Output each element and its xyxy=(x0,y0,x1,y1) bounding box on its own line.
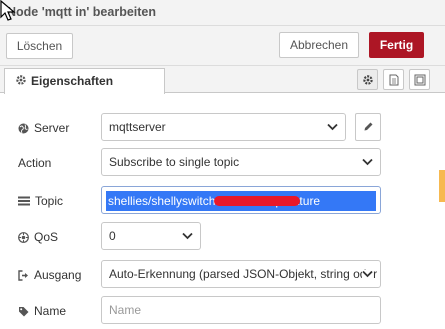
tray-title: Node 'mqtt in' bearbeiten xyxy=(7,5,157,19)
action-select[interactable]: Subscribe to single topic xyxy=(101,148,381,176)
file-text-icon xyxy=(389,74,399,86)
edit-server-button[interactable] xyxy=(355,113,381,141)
form-row-name: Name Name xyxy=(0,296,445,326)
name-input[interactable]: Name xyxy=(101,296,381,324)
chevron-down-icon xyxy=(362,270,373,278)
server-label: Server xyxy=(34,121,70,135)
empire-icon xyxy=(18,231,29,243)
tab-appearance-button[interactable] xyxy=(409,69,430,90)
topic-label: Topic xyxy=(35,194,64,208)
pencil-icon xyxy=(364,122,373,131)
chevron-down-icon xyxy=(327,123,338,131)
action-label: Action xyxy=(18,156,52,170)
tab-description-button[interactable] xyxy=(383,69,404,90)
gear-icon xyxy=(363,75,373,85)
gear-icon xyxy=(16,75,26,85)
tray-header: Node 'mqtt in' bearbeiten xyxy=(0,0,445,26)
tab-settings-button[interactable] xyxy=(357,69,378,90)
action-select-value: Subscribe to single topic xyxy=(109,155,240,169)
tag-icon xyxy=(19,306,29,316)
name-label: Name xyxy=(34,304,67,318)
output-select-value: Auto-Erkennung (parsed JSON-Objekt, stri… xyxy=(109,267,378,281)
output-select[interactable]: Auto-Erkennung (parsed JSON-Objekt, stri… xyxy=(101,260,381,288)
qos-select[interactable]: 0 xyxy=(101,222,201,250)
mouse-cursor-icon xyxy=(0,0,16,21)
topic-input-value: shellies/shellyswitch25 405/temperature xyxy=(106,191,376,211)
image-icon xyxy=(414,74,426,86)
tray-toolbar: Löschen Abbrechen Fertig xyxy=(0,26,445,66)
done-button[interactable]: Fertig xyxy=(369,32,424,58)
form-row-output: Ausgang Auto-Erkennung (parsed JSON-Obje… xyxy=(0,260,445,290)
chevron-down-icon xyxy=(182,232,193,240)
form-row-topic: Topic shellies/shellyswitch25 405/temper… xyxy=(0,186,445,216)
globe-icon xyxy=(18,123,29,133)
redaction-mark xyxy=(214,196,300,206)
sign-out-icon xyxy=(18,269,28,281)
server-select-value: mqttserver xyxy=(109,120,166,134)
delete-button[interactable]: Löschen xyxy=(6,33,73,59)
output-label: Ausgang xyxy=(34,268,82,282)
form-row-server: Server mqttserver xyxy=(0,113,445,143)
qos-label: QoS xyxy=(34,230,59,244)
tasks-icon xyxy=(18,196,30,206)
qos-select-value: 0 xyxy=(109,229,116,243)
tab-bar: Eigenschaften xyxy=(0,66,445,94)
form-row-action: Action Subscribe to single topic xyxy=(0,148,445,178)
server-select[interactable]: mqttserver xyxy=(101,113,346,141)
chevron-down-icon xyxy=(362,158,373,166)
tab-properties-label: Eigenschaften xyxy=(31,74,114,88)
form-row-qos: QoS 0 xyxy=(0,222,445,252)
tab-properties[interactable]: Eigenschaften xyxy=(4,68,165,94)
topic-input[interactable]: shellies/shellyswitch25 405/temperature xyxy=(101,186,381,214)
cancel-button[interactable]: Abbrechen xyxy=(279,32,359,58)
